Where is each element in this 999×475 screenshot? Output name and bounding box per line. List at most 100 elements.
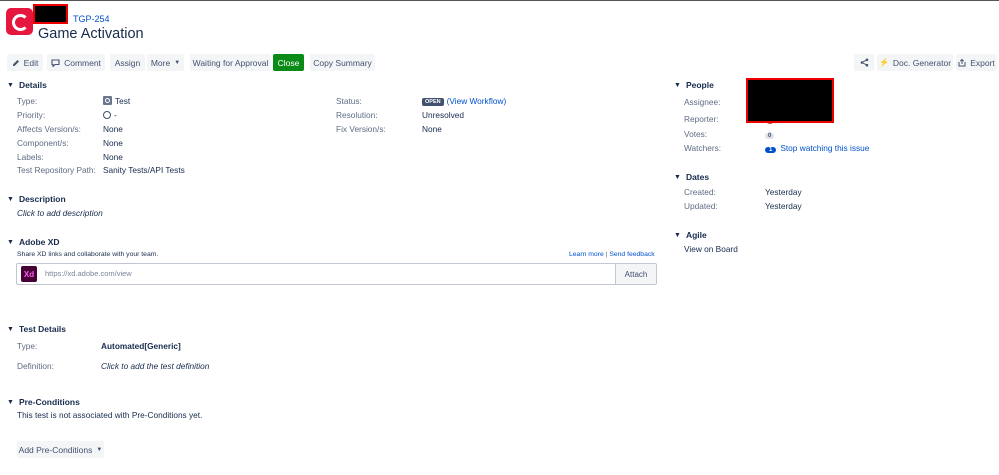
reporter-label: Reporter: <box>684 114 719 124</box>
issue-key-link[interactable]: TGP-254 <box>73 14 110 24</box>
waiting-for-approval-button[interactable]: Waiting for Approval <box>190 54 271 71</box>
comment-label: Comment <box>64 57 101 68</box>
link-separator: | <box>605 251 608 258</box>
chevron-down-icon: ▼ <box>674 173 681 181</box>
definition-placeholder[interactable]: Click to add the test definition <box>101 361 209 371</box>
xd-url-input[interactable]: https://xd.adobe.com/view <box>45 269 132 278</box>
waiting-label: Waiting for Approval <box>192 57 269 68</box>
test-details-section-toggle[interactable]: ▼ Test Details <box>7 324 66 334</box>
labels-label: Labels: <box>17 152 44 162</box>
test-repository-path-label: Test Repository Path: <box>17 165 96 175</box>
labels-value[interactable]: None <box>103 152 123 162</box>
chevron-down-icon: ▼ <box>674 231 681 239</box>
chevron-down-icon: ▼ <box>96 446 103 453</box>
assign-label: Assign <box>114 57 141 68</box>
comment-button[interactable]: Comment <box>47 54 105 71</box>
test-details-heading: Test Details <box>18 324 67 334</box>
comment-icon <box>51 58 60 67</box>
copy-summary-button[interactable]: Copy Summary <box>310 54 375 71</box>
chevron-down-icon: ▼ <box>174 59 181 66</box>
doc-generator-button[interactable]: ⚡ Doc. Generator <box>877 54 953 71</box>
agile-heading: Agile <box>685 230 707 240</box>
top-border <box>0 0 999 1</box>
pre-conditions-section-toggle[interactable]: ▼ Pre-Conditions <box>7 397 80 407</box>
share-button[interactable] <box>854 54 874 71</box>
votes-label: Votes: <box>684 129 708 139</box>
adobe-xd-logo-icon: Xd <box>21 266 37 282</box>
resolution-label: Resolution: <box>336 110 378 120</box>
status-label: Status: <box>336 96 362 106</box>
edit-label: Edit <box>23 57 39 68</box>
view-workflow-link[interactable]: (View Workflow) <box>447 96 507 106</box>
components-label: Component/s: <box>17 138 69 148</box>
watchers-label: Watchers: <box>684 143 722 153</box>
pre-conditions-heading: Pre-Conditions <box>18 397 80 407</box>
export-label: Export <box>970 57 995 68</box>
more-label: More <box>150 57 171 68</box>
type-value: Test <box>103 96 130 106</box>
chevron-down-icon: ▼ <box>674 81 681 89</box>
dates-heading: Dates <box>685 172 710 182</box>
view-on-board-link[interactable]: View on Board <box>684 244 738 254</box>
adobe-xd-section-toggle[interactable]: ▼ Adobe XD <box>7 237 60 247</box>
attach-button[interactable]: Attach <box>615 264 656 284</box>
fix-version-value[interactable]: None <box>422 124 442 134</box>
test-repository-path-link[interactable]: Sanity Tests/API Tests <box>103 165 185 175</box>
redacted-project-name <box>33 4 68 24</box>
adobe-xd-links: Learn more | Send feedback <box>569 251 655 258</box>
add-pre-conditions-button[interactable]: Add Pre-Conditions ▼ <box>17 441 104 458</box>
adobe-xd-heading: Adobe XD <box>18 237 60 247</box>
test-issue-type-icon <box>103 96 112 105</box>
votes-value[interactable]: 0 <box>765 129 775 139</box>
add-pre-conditions-label: Add Pre-Conditions <box>18 444 93 455</box>
assign-button[interactable]: Assign <box>110 54 145 71</box>
learn-more-link[interactable]: Learn more <box>569 251 604 258</box>
send-feedback-link[interactable]: Send feedback <box>609 251 654 258</box>
edit-button[interactable]: Edit <box>7 54 43 71</box>
copy-summary-label: Copy Summary <box>313 57 372 68</box>
fix-version-label: Fix Version/s: <box>336 124 386 134</box>
issue-title[interactable]: Game Activation <box>38 26 144 42</box>
chevron-down-icon: ▼ <box>7 195 14 203</box>
affects-version-label: Affects Version/s: <box>17 124 81 134</box>
stop-watching-link[interactable]: Stop watching this issue <box>780 143 869 153</box>
adobe-xd-subtitle: Share XD links and collaborate with your… <box>17 251 159 258</box>
people-section-toggle[interactable]: ▼ People <box>674 80 714 90</box>
project-avatar-icon[interactable] <box>6 8 33 35</box>
chevron-down-icon: ▼ <box>7 325 14 333</box>
chevron-down-icon: ▼ <box>7 398 14 406</box>
updated-value: Yesterday <box>765 201 802 211</box>
created-value: Yesterday <box>765 187 802 197</box>
status-value: OPEN (View Workflow) <box>422 96 506 106</box>
details-section-toggle[interactable]: ▼ Details <box>7 80 47 90</box>
votes-badge: 0 <box>765 133 775 139</box>
more-button[interactable]: More ▼ <box>147 54 184 71</box>
created-label: Created: <box>684 187 716 197</box>
people-heading: People <box>685 80 714 90</box>
watchers-badge[interactable]: 1 <box>765 147 777 153</box>
resolution-value: Unresolved <box>422 110 464 120</box>
test-type-value[interactable]: Automated[Generic] <box>101 341 181 351</box>
dates-section-toggle[interactable]: ▼ Dates <box>674 172 709 182</box>
priority-value[interactable]: - <box>103 110 117 120</box>
redacted-people-names <box>746 78 834 123</box>
export-button[interactable]: Export <box>956 54 997 71</box>
status-lozenge[interactable]: OPEN <box>422 98 444 106</box>
adobe-xd-link-field: Xd https://xd.adobe.com/view Attach <box>16 263 657 285</box>
components-value[interactable]: None <box>103 138 123 148</box>
priority-value-text: - <box>114 110 117 120</box>
affects-version-value[interactable]: None <box>103 124 123 134</box>
pre-conditions-empty-text: This test is not associated with Pre-Con… <box>17 410 203 420</box>
description-heading: Description <box>18 194 66 204</box>
description-placeholder[interactable]: Click to add description <box>17 208 103 218</box>
description-section-toggle[interactable]: ▼ Description <box>7 194 66 204</box>
definition-label: Definition: <box>17 361 54 371</box>
close-button[interactable]: Close <box>273 54 304 71</box>
agile-section-toggle[interactable]: ▼ Agile <box>674 230 707 240</box>
doc-generator-label: Doc. Generator <box>892 57 952 68</box>
priority-label: Priority: <box>17 110 46 120</box>
pencil-icon <box>12 59 19 66</box>
lightning-icon: ⚡ <box>878 58 889 67</box>
test-type-label: Type: <box>17 341 38 351</box>
type-value-text: Test <box>115 96 131 106</box>
